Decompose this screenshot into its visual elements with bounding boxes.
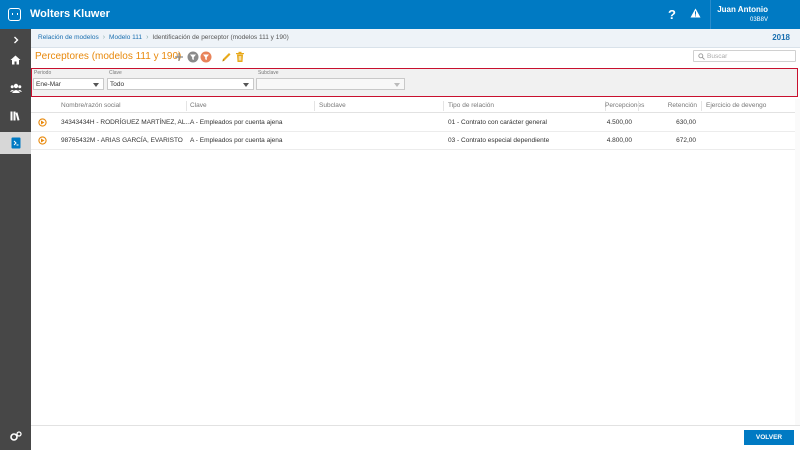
breadcrumb-bar: Relación de modelos › Modelo 111 › Ident… (31, 29, 800, 48)
filter-label-clave: Clave (109, 70, 122, 76)
filter-icon (187, 51, 199, 63)
sidebar (0, 29, 31, 450)
column-header-percepciones[interactable]: Percepciones (605, 102, 644, 109)
cell-nombre: 34343434H - RODRÍGUEZ MARTÍNEZ, AL... (61, 119, 191, 126)
logo-icon (8, 8, 21, 21)
filter-button[interactable] (187, 51, 199, 63)
breadcrumb-link-relacion[interactable]: Relación de modelos (38, 34, 99, 41)
chevron-down-icon (394, 83, 400, 87)
cell-clave: A - Empleados por cuenta ajena (190, 119, 283, 126)
column-divider (443, 101, 444, 111)
clear-filter-button[interactable] (200, 51, 212, 63)
footer-divider (31, 425, 800, 426)
column-header-ejercicio[interactable]: Ejercicio de devengo (706, 102, 766, 109)
chevron-right-icon: › (102, 34, 106, 41)
sidebar-item-modelos[interactable] (0, 132, 31, 154)
edit-icon (222, 53, 231, 62)
column-header-tipo[interactable]: Tipo de relación (448, 102, 494, 109)
chevron-down-icon (243, 83, 249, 87)
add-button[interactable] (174, 51, 184, 63)
breadcrumb-link-modelo[interactable]: Modelo 111 (109, 34, 142, 41)
column-divider (638, 101, 639, 111)
filter-label-subclave: Subclave (258, 70, 279, 76)
sidebar-item-settings[interactable] (0, 425, 31, 447)
clave-select[interactable]: Todo (107, 78, 254, 90)
column-divider (701, 101, 702, 111)
sidebar-item-users[interactable] (0, 77, 31, 99)
delete-button[interactable] (235, 51, 245, 63)
periodo-value: Ene-Mar (36, 81, 61, 88)
top-bar: Wolters Kluwer ? Juan Antonio 03B8V (0, 0, 800, 29)
cell-retencion: 630,00 (676, 119, 696, 126)
row-action-icon[interactable] (38, 136, 47, 145)
cell-tipo: 03 - Contrato especial dependiente (448, 137, 550, 144)
topbar-divider (710, 0, 711, 29)
breadcrumb-current: Identificación de perceptor (modelos 111… (152, 34, 289, 41)
document-icon (11, 137, 20, 149)
user-code: 03B8V (749, 17, 768, 23)
column-header-nombre[interactable]: Nombre/razón social (61, 102, 121, 109)
cell-clave: A - Empleados por cuenta ajena (190, 137, 283, 144)
users-icon (9, 83, 22, 93)
chevron-right-icon (13, 36, 18, 44)
periodo-select[interactable]: Ene-Mar (33, 78, 104, 90)
cell-percepciones: 4.500,00 (606, 119, 632, 126)
warning-icon[interactable] (690, 8, 701, 18)
cell-percepciones: 4.800,00 (606, 137, 632, 144)
library-icon (10, 111, 20, 121)
breadcrumb: Relación de modelos › Modelo 111 › Ident… (38, 34, 289, 41)
cell-retencion: 672,00 (676, 137, 696, 144)
fiscal-year: 2018 (772, 33, 790, 42)
cell-tipo: 01 - Contrato con carácter general (448, 119, 547, 126)
column-divider (314, 101, 315, 111)
edit-button[interactable] (221, 51, 232, 63)
subclave-select[interactable] (256, 78, 405, 90)
vertical-scrollbar[interactable] (795, 99, 800, 425)
row-action-icon[interactable] (38, 118, 47, 127)
delete-icon (236, 51, 244, 62)
add-icon (175, 53, 183, 61)
table-header: Nombre/razón social Clave Subclave Tipo … (31, 99, 800, 113)
column-header-retencion[interactable]: Retención (643, 102, 697, 109)
sidebar-toggle[interactable] (0, 29, 31, 51)
page-title: Perceptores (modelos 111 y 190) (35, 51, 182, 62)
clave-value: Todo (110, 81, 125, 88)
table-row[interactable]: 98765432M - ARIAS GARCÍA, EVARISTO A - E… (31, 131, 800, 150)
user-name[interactable]: Juan Antonio (717, 5, 768, 14)
search-placeholder: Buscar (707, 53, 728, 60)
clear-filter-icon (200, 51, 212, 63)
filter-panel: Periodo Ene-Mar Clave Todo Subclave (31, 68, 798, 97)
back-button[interactable]: VOLVER (744, 430, 794, 445)
brand-name: Wolters Kluwer (30, 8, 110, 20)
filter-label-periodo: Periodo (34, 70, 52, 76)
search-icon (698, 53, 705, 60)
home-icon (10, 55, 21, 65)
sidebar-item-library[interactable] (0, 105, 31, 127)
chevron-down-icon (93, 83, 99, 87)
search-input[interactable]: Buscar (693, 50, 796, 62)
column-header-clave[interactable]: Clave (190, 102, 207, 109)
chevron-right-icon: › (146, 34, 149, 41)
table-row[interactable]: 34343434H - RODRÍGUEZ MARTÍNEZ, AL... A … (31, 113, 800, 132)
settings-icon (9, 430, 22, 441)
help-icon[interactable]: ? (668, 7, 676, 22)
column-header-subclave[interactable]: Subclave (319, 102, 346, 109)
column-divider (186, 101, 187, 111)
sidebar-item-home[interactable] (0, 49, 31, 71)
cell-nombre: 98765432M - ARIAS GARCÍA, EVARISTO (61, 137, 183, 144)
